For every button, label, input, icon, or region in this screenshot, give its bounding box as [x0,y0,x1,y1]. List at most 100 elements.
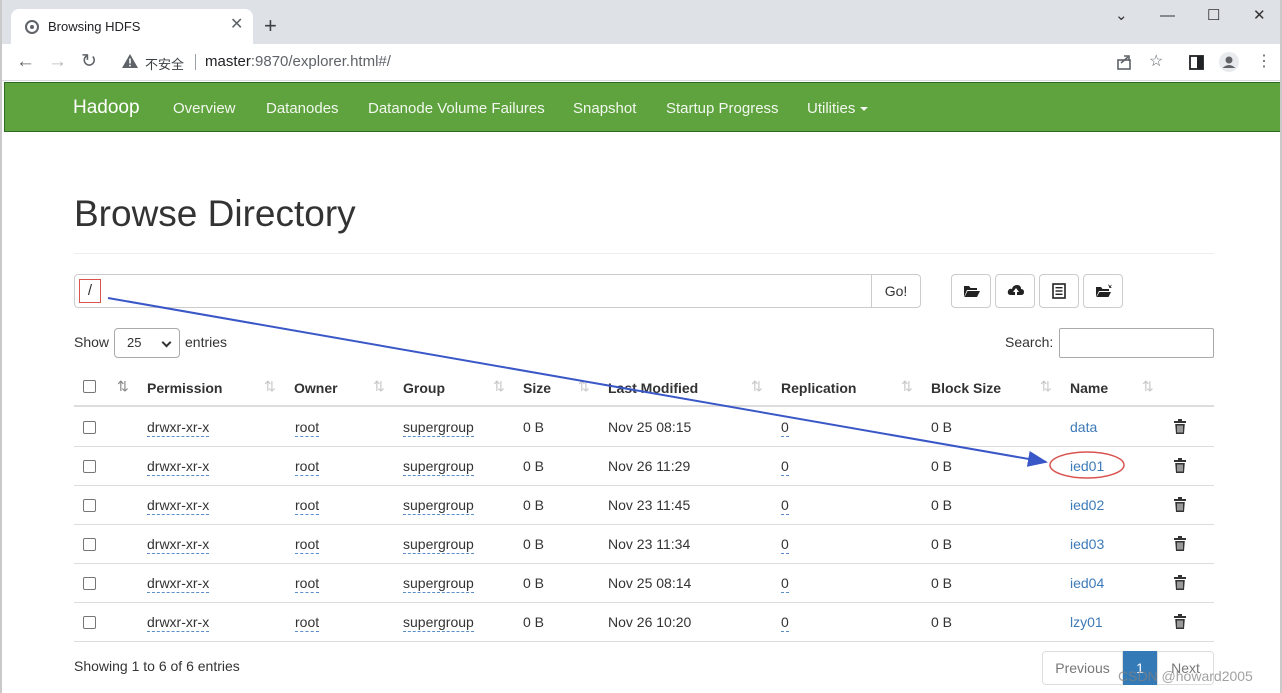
row-checkbox[interactable] [83,499,96,512]
replication-link[interactable]: 0 [781,419,789,437]
group-link[interactable]: supergroup [403,536,474,554]
replication-link[interactable]: 0 [781,575,789,593]
permission-link[interactable]: drwxr-xr-x [147,536,210,554]
sort-icon[interactable]: ⇅ [901,378,913,395]
bookmark-star-icon[interactable]: ☆ [1149,53,1163,71]
name-link[interactable]: ied02 [1070,497,1104,513]
owner-link[interactable]: root [295,614,320,632]
address-bar[interactable]: master:9870/explorer.html#/ [205,53,391,70]
url-path: :9870/explorer.html#/ [250,53,391,70]
close-window-button[interactable]: ✕ [1253,8,1266,24]
column-block-size[interactable]: Block Size [931,380,1001,396]
go-button[interactable]: Go! [871,274,921,308]
nav-startup-progress[interactable]: Startup Progress [666,100,779,117]
cut-paste-button[interactable] [1083,274,1123,308]
name-link[interactable]: ied01 [1070,458,1104,474]
owner-link[interactable]: root [295,575,320,593]
row-checkbox[interactable] [83,460,96,473]
entries-per-page-select[interactable]: 25 [114,328,180,358]
share-icon[interactable] [1116,54,1133,71]
column-size[interactable]: Size [523,380,551,396]
row-checkbox[interactable] [83,616,96,629]
trash-icon[interactable] [1174,419,1186,434]
profile-avatar-icon[interactable] [1218,51,1240,73]
sort-icon[interactable]: ⇅ [751,378,763,395]
previous-page-button[interactable]: Previous [1042,651,1123,685]
permission-link[interactable]: drwxr-xr-x [147,419,210,437]
sort-icon[interactable]: ⇅ [1142,378,1154,395]
title-divider [74,253,1214,254]
sort-icon[interactable]: ⇅ [1040,378,1052,395]
back-arrow-icon[interactable]: ← [16,52,35,71]
replication-link[interactable]: 0 [781,536,789,554]
size-cell: 0 B [523,536,545,552]
browser-tab[interactable]: Browsing HDFS ✕ [11,9,253,44]
group-link[interactable]: supergroup [403,458,474,476]
column-last-modified[interactable]: Last Modified [608,380,698,396]
sort-icon[interactable]: ⇅ [493,378,505,395]
forward-arrow-icon[interactable]: → [48,52,67,71]
owner-link[interactable]: root [295,458,320,476]
column-name[interactable]: Name [1070,380,1108,396]
owner-link[interactable]: root [295,497,320,515]
replication-link[interactable]: 0 [781,614,789,632]
owner-link[interactable]: root [295,419,320,437]
upload-files-button[interactable] [995,274,1035,308]
column-group[interactable]: Group [403,380,445,396]
group-link[interactable]: supergroup [403,614,474,632]
permission-link[interactable]: drwxr-xr-x [147,458,210,476]
name-link[interactable]: ied04 [1070,575,1104,591]
tab-search-icon[interactable]: ⌄ [1115,8,1128,24]
trash-icon[interactable] [1174,575,1186,590]
column-replication[interactable]: Replication [781,380,856,396]
entries-value: 25 [127,335,142,350]
select-all-checkbox[interactable] [83,380,96,393]
name-link[interactable]: ied03 [1070,536,1104,552]
permission-link[interactable]: drwxr-xr-x [147,497,210,515]
security-label[interactable]: 不安全 [145,54,184,73]
replication-link[interactable]: 0 [781,458,789,476]
new-tab-button[interactable]: + [264,15,277,37]
column-owner[interactable]: Owner [294,380,338,396]
nav-overview[interactable]: Overview [173,100,236,117]
trash-icon[interactable] [1174,497,1186,512]
warning-icon[interactable] [122,54,138,68]
row-checkbox[interactable] [83,577,96,590]
hadoop-brand-link[interactable]: Hadoop [73,97,140,119]
trash-icon[interactable] [1174,536,1186,551]
trash-icon[interactable] [1174,458,1186,473]
reload-icon[interactable]: ↻ [81,52,97,71]
column-permission[interactable]: Permission [147,380,222,396]
nav-snapshot[interactable]: Snapshot [573,100,636,117]
row-checkbox[interactable] [83,421,96,434]
row-checkbox[interactable] [83,538,96,551]
block-size-cell: 0 B [931,458,953,474]
nav-volume-failures[interactable]: Datanode Volume Failures [368,100,545,117]
sort-icon[interactable]: ⇅ [578,378,590,395]
sort-icon[interactable]: ⇅ [264,378,276,395]
side-panel-icon[interactable] [1189,55,1204,70]
nav-datanodes[interactable]: Datanodes [266,100,339,117]
browser-tabbar: Browsing HDFS ✕ + ⌄ — ☐ ✕ [2,0,1280,44]
group-link[interactable]: supergroup [403,497,474,515]
nav-utilities-dropdown[interactable]: Utilities [807,100,869,117]
permission-link[interactable]: drwxr-xr-x [147,614,210,632]
name-link[interactable]: data [1070,419,1097,435]
directory-path-input[interactable]: / [74,274,872,308]
view-list-button[interactable] [1039,274,1079,308]
name-link[interactable]: lzy01 [1070,614,1103,630]
close-tab-icon[interactable]: ✕ [230,17,243,33]
replication-link[interactable]: 0 [781,497,789,515]
group-link[interactable]: supergroup [403,419,474,437]
search-input[interactable] [1059,328,1214,358]
sort-icon[interactable]: ⇅ [373,378,385,395]
sort-asc-icon[interactable]: ⇅ [117,378,129,395]
maximize-button[interactable]: ☐ [1207,8,1220,24]
minimize-button[interactable]: — [1160,8,1175,24]
group-link[interactable]: supergroup [403,575,474,593]
permission-link[interactable]: drwxr-xr-x [147,575,210,593]
create-directory-button[interactable] [951,274,991,308]
owner-link[interactable]: root [295,536,320,554]
trash-icon[interactable] [1174,614,1186,629]
kebab-menu-icon[interactable]: ⋮ [1256,53,1272,71]
